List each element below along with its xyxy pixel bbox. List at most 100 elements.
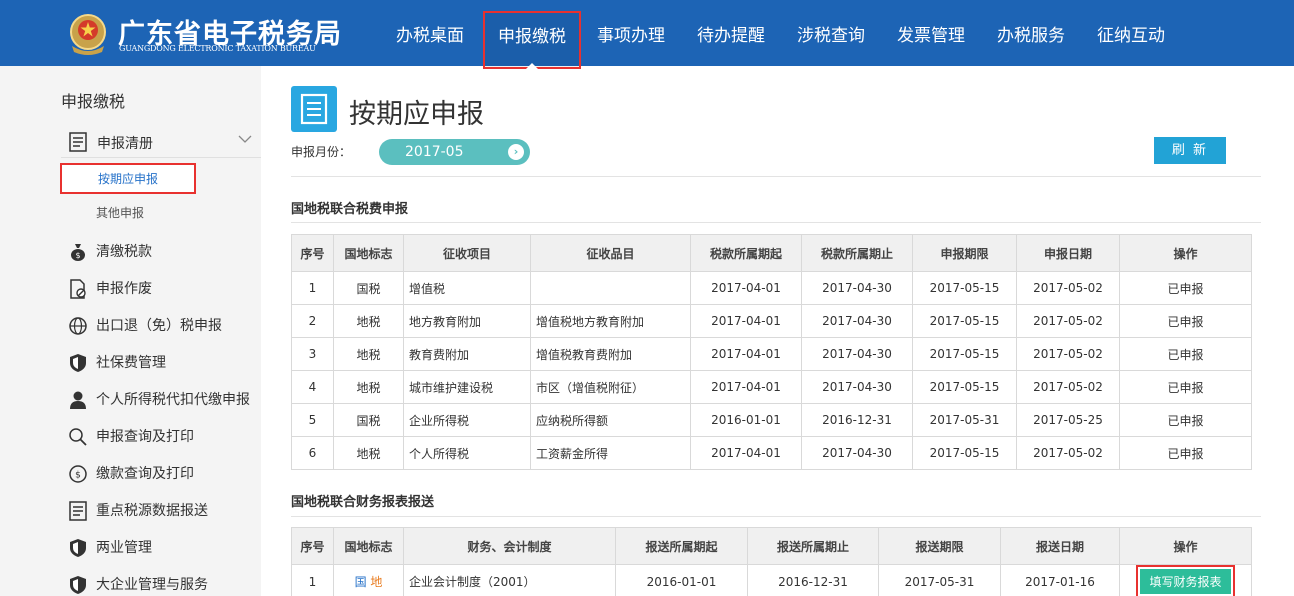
sidebar-item-two-industries[interactable]: 两业管理 <box>68 536 152 560</box>
site-subtitle: GUANGDONG ELECTRONIC TAXATION BUREAU <box>119 44 316 53</box>
table-row: 2 地税 地方教育附加 增值税地方教育附加 2017-04-01 2017-04… <box>291 304 1252 338</box>
tax-declare-table: 序号 国地标志 征收项目 征收品目 税款所属期起 税款所属期止 申报期限 申报日… <box>291 234 1252 470</box>
period-start: 2017-04-01 <box>690 304 802 338</box>
sidebar-item-label: 清缴税款 <box>96 244 152 260</box>
fill-financial-report-label: 填写财务报表 <box>1140 569 1231 594</box>
table-row: 6 地税 个人所得税 工资薪金所得 2017-04-01 2017-04-30 … <box>291 436 1252 470</box>
column-header: 税款所属期起 <box>690 234 802 272</box>
period-end: 2017-04-30 <box>801 436 913 470</box>
sidebar-group-declare-list[interactable]: 申报清册 <box>61 128 261 158</box>
tax-subitem: 增值税地方教育附加 <box>530 304 691 338</box>
column-header: 报送所属期起 <box>615 527 748 565</box>
flag-di: 地 <box>370 575 383 589</box>
row-number: 1 <box>291 271 334 305</box>
accounting-system: 企业会计制度（2001） <box>403 564 616 596</box>
column-header: 序号 <box>291 234 334 272</box>
active-caret-icon <box>526 63 538 69</box>
sidebar-item-label: 社保费管理 <box>96 355 166 371</box>
tax-item: 教育费附加 <box>403 337 531 371</box>
sidebar-item-export-refund[interactable]: 出口退（免）税申报 <box>68 314 222 338</box>
sidebar-item-label: 出口退（免）税申报 <box>96 318 222 334</box>
nav-item-invoice[interactable]: 发票管理 <box>897 0 965 66</box>
deadline: 2017-05-15 <box>912 337 1017 371</box>
tax-subitem: 工资薪金所得 <box>530 436 691 470</box>
declare-date: 2017-05-02 <box>1016 304 1120 338</box>
chevron-right-icon: › <box>508 144 524 160</box>
shield-icon <box>70 539 86 557</box>
column-header: 征收项目 <box>403 234 531 272</box>
status-declared: 已申报 <box>1119 337 1252 371</box>
table-row: 1 国 地 企业会计制度（2001） 2016-01-01 2016-12-31… <box>291 564 1252 596</box>
tax-authority-flag: 地税 <box>333 337 404 371</box>
document-cancel-icon <box>70 279 86 299</box>
nav-item-desktop[interactable]: 办税桌面 <box>396 0 464 66</box>
tax-authority-flag: 国 地 <box>333 564 404 596</box>
nav-item-matters[interactable]: 事项办理 <box>597 0 665 66</box>
sidebar-item-clear-tax[interactable]: $ 清缴税款 <box>68 240 152 264</box>
month-value: 2017-05 <box>405 144 464 160</box>
svg-text:$: $ <box>75 251 80 260</box>
list-icon <box>69 501 87 521</box>
sidebar-item-personal-tax[interactable]: 个人所得税代扣代缴申报 <box>68 388 250 412</box>
sidebar-item-large-enterprise[interactable]: 大企业管理与服务 <box>68 573 208 596</box>
tax-emblem-icon <box>70 14 106 55</box>
month-label: 申报月份： <box>291 145 352 159</box>
nav-item-query[interactable]: 涉税查询 <box>797 0 865 66</box>
sidebar-subitem-other-declare[interactable]: 其他申报 <box>60 199 196 230</box>
svg-text:$: $ <box>75 471 81 481</box>
period-start: 2017-04-01 <box>690 271 802 305</box>
table-header-row: 序号 国地标志 财务、会计制度 报送所属期起 报送所属期止 报送期限 报送日期 … <box>291 527 1252 565</box>
sidebar-item-declare-query[interactable]: 申报查询及打印 <box>68 425 194 449</box>
deadline: 2017-05-31 <box>912 403 1017 437</box>
chevron-down-icon <box>238 135 252 143</box>
status-declared: 已申报 <box>1119 370 1252 404</box>
sidebar-item-key-tax-source[interactable]: 重点税源数据报送 <box>68 499 208 523</box>
period-start: 2017-04-01 <box>690 370 802 404</box>
table-row: 1 国税 增值税 2017-04-01 2017-04-30 2017-05-1… <box>291 271 1252 305</box>
period-start: 2016-01-01 <box>615 564 748 596</box>
nav-item-interact[interactable]: 征纳互动 <box>1097 0 1165 66</box>
row-number: 2 <box>291 304 334 338</box>
tax-section-title: 国地税联合税费申报 <box>291 202 409 217</box>
divider <box>291 516 1261 517</box>
tax-subitem <box>530 271 691 305</box>
nav-item-label: 申报缴税 <box>498 27 566 47</box>
sidebar-item-label: 申报作废 <box>96 281 152 297</box>
sidebar-item-label: 个人所得税代扣代缴申报 <box>96 392 250 408</box>
sidebar-item-payment-query[interactable]: $ 缴款查询及打印 <box>68 462 194 486</box>
nav-item-todo[interactable]: 待办提醒 <box>697 0 765 66</box>
tax-item: 增值税 <box>403 271 531 305</box>
sidebar-item-declare-void[interactable]: 申报作废 <box>68 277 152 301</box>
row-number: 5 <box>291 403 334 437</box>
period-end: 2017-04-30 <box>801 337 913 371</box>
period-start: 2017-04-01 <box>690 337 802 371</box>
tax-authority-flag: 国税 <box>333 403 404 437</box>
sidebar-subitem-periodic-declare[interactable]: 按期应申报 <box>60 163 196 194</box>
tax-subitem: 增值税教育费附加 <box>530 337 691 371</box>
declare-date: 2017-05-02 <box>1016 436 1120 470</box>
fill-financial-report-button[interactable]: 填写财务报表 <box>1136 565 1235 596</box>
column-header: 报送日期 <box>1000 527 1120 565</box>
tax-authority-flag: 国税 <box>333 271 404 305</box>
tax-subitem: 应纳税所得额 <box>530 403 691 437</box>
column-header: 操作 <box>1119 527 1252 565</box>
nav-item-declare-pay[interactable]: 申报缴税 <box>483 11 581 69</box>
column-header: 国地标志 <box>333 527 404 565</box>
period-end: 2017-04-30 <box>801 304 913 338</box>
sidebar-item-label: 重点税源数据报送 <box>96 503 208 519</box>
tax-item: 城市维护建设税 <box>403 370 531 404</box>
table-row: 5 国税 企业所得税 应纳税所得额 2016-01-01 2016-12-31 … <box>291 403 1252 437</box>
sidebar-item-label: 缴款查询及打印 <box>96 466 194 482</box>
column-header: 报送期限 <box>878 527 1001 565</box>
deadline: 2017-05-15 <box>912 370 1017 404</box>
refresh-button[interactable]: 刷 新 <box>1154 137 1226 164</box>
month-selector[interactable]: 2017-05 › <box>379 139 530 165</box>
report-date: 2017-01-16 <box>1000 564 1120 596</box>
column-header: 序号 <box>291 527 334 565</box>
nav-item-service[interactable]: 办税服务 <box>997 0 1065 66</box>
sidebar-item-social-security[interactable]: 社保费管理 <box>68 351 166 375</box>
money-bag-icon: $ <box>71 244 85 261</box>
period-end: 2016-12-31 <box>747 564 879 596</box>
tax-item: 地方教育附加 <box>403 304 531 338</box>
divider <box>291 222 1261 223</box>
